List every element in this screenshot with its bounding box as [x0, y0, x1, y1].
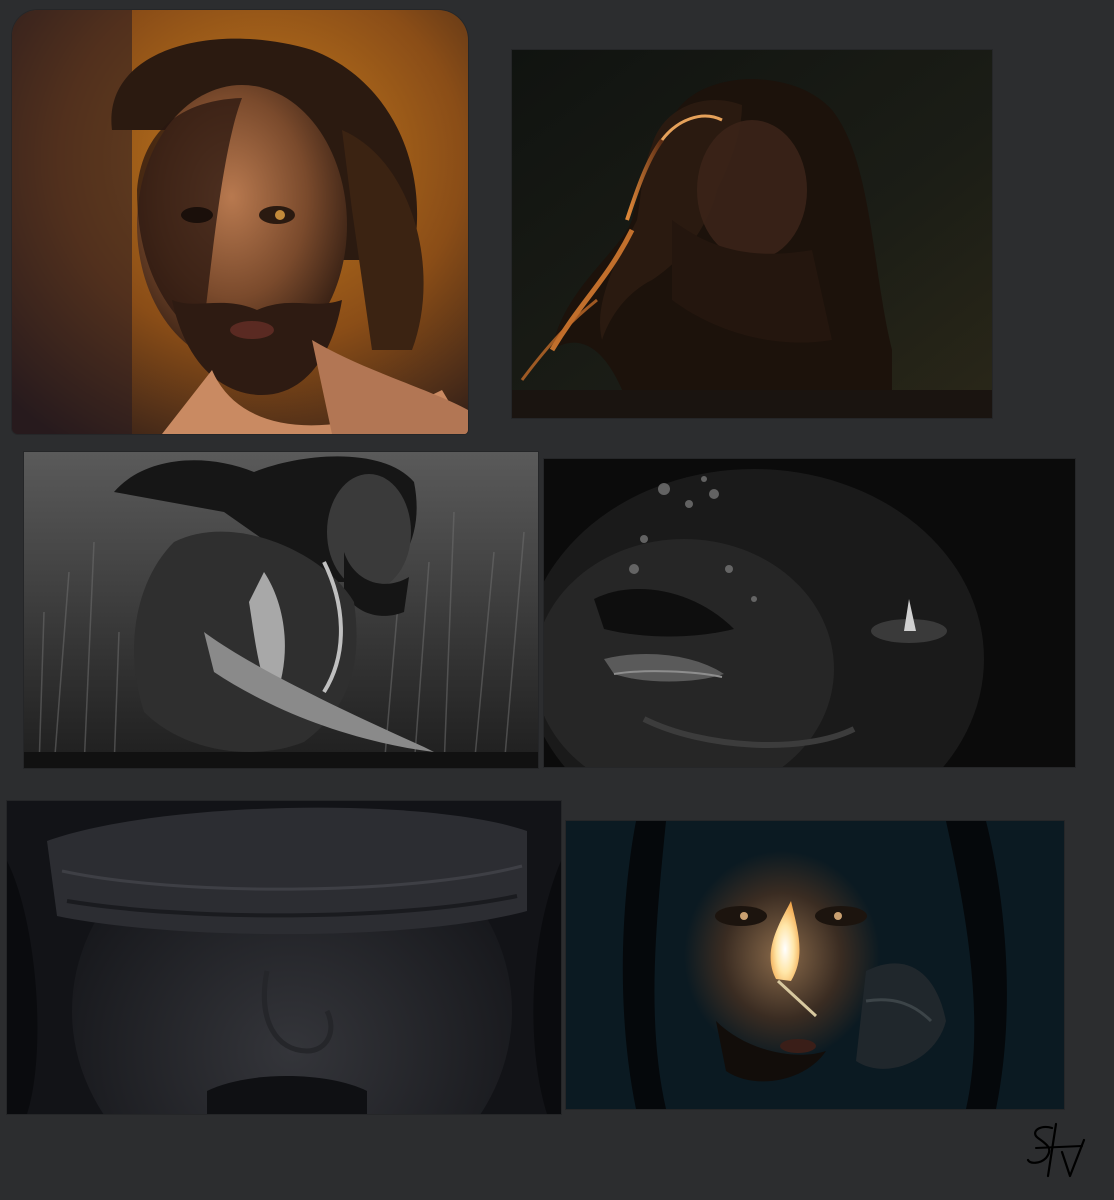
portrait-panel-6: [566, 821, 1064, 1109]
portrait-panel-1: [12, 10, 468, 434]
sketch-sheet: [0, 0, 1114, 1200]
portrait-panel-5: [7, 801, 561, 1114]
portrait-panel-4: [544, 459, 1075, 767]
portrait-panel-2: [512, 50, 992, 418]
figure-panel-3: [24, 452, 538, 768]
artist-signature-icon: [1022, 1118, 1094, 1182]
